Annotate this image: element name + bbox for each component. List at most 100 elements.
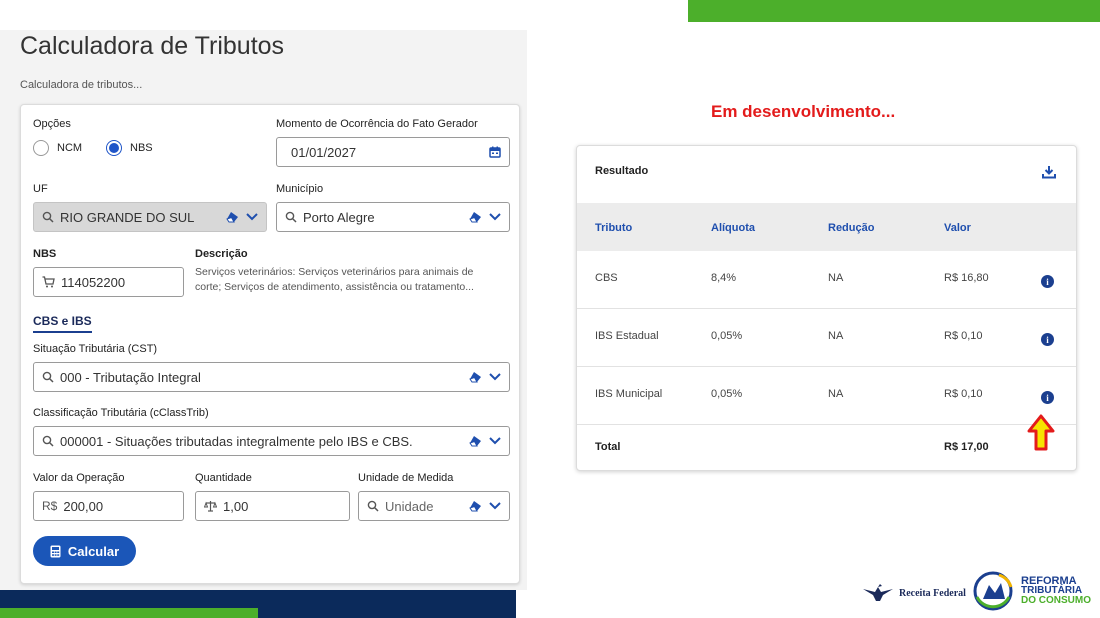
valor-operacao-label: Valor da Operação bbox=[33, 472, 125, 484]
total-value: R$ 17,00 bbox=[944, 441, 989, 453]
radio-nbs-label: NBS bbox=[130, 142, 153, 154]
cst-label: Situação Tributária (CST) bbox=[33, 343, 158, 355]
unidade-placeholder: Unidade bbox=[385, 498, 434, 514]
cclasstrib-select[interactable]: 000001 - Situações tributadas integralme… bbox=[33, 426, 510, 456]
row-valor: R$ 0,10 bbox=[944, 330, 983, 342]
unidade-label: Unidade de Medida bbox=[358, 472, 454, 484]
opcoes-label: Opções bbox=[33, 118, 71, 130]
header-tributo: Tributo bbox=[595, 222, 633, 234]
descricao-label: Descrição bbox=[195, 248, 248, 260]
receita-federal-text: Receita Federal bbox=[899, 587, 966, 599]
valor-operacao-input[interactable]: R$ 200,00 bbox=[33, 491, 184, 521]
unidade-select[interactable]: Unidade bbox=[358, 491, 510, 521]
reforma-line-3: DO CONSUMO bbox=[1021, 595, 1091, 606]
top-brand-bar bbox=[688, 0, 1100, 22]
radio-nbs-circle[interactable] bbox=[106, 140, 122, 156]
cst-controls bbox=[469, 371, 501, 383]
row-reducao: NA bbox=[828, 388, 844, 400]
row-reducao: NA bbox=[828, 272, 844, 284]
calcular-button[interactable]: Calcular bbox=[33, 536, 136, 566]
total-label: Total bbox=[595, 441, 621, 453]
eraser-icon[interactable] bbox=[226, 211, 240, 223]
momento-date-value: 01/01/2027 bbox=[291, 144, 357, 160]
row-tributo: IBS Municipal bbox=[595, 388, 663, 400]
uf-controls bbox=[226, 211, 258, 223]
chevron-down-icon[interactable] bbox=[489, 213, 501, 221]
result-table-header: Tributo Alíquota Redução Valor bbox=[577, 203, 1076, 251]
dev-note: Em desenvolvimento... bbox=[711, 102, 896, 121]
eraser-icon[interactable] bbox=[469, 500, 483, 512]
municipio-select[interactable]: Porto Alegre bbox=[276, 202, 510, 232]
radio-nbs[interactable]: NBS bbox=[106, 140, 153, 156]
header-reducao: Redução bbox=[828, 222, 875, 234]
search-icon bbox=[285, 211, 297, 223]
reforma-emblem-icon bbox=[973, 571, 1013, 611]
calendar-icon[interactable] bbox=[489, 146, 501, 158]
chevron-down-icon[interactable] bbox=[489, 373, 501, 381]
result-title: Resultado bbox=[595, 165, 649, 177]
momento-date-field[interactable]: 01/01/2027 bbox=[276, 137, 510, 167]
unidade-controls bbox=[469, 500, 501, 512]
descricao-line-2: corte; Serviços de atendimento, assistên… bbox=[195, 281, 474, 293]
header-aliquota: Alíquota bbox=[711, 222, 755, 234]
row-valor: R$ 0,10 bbox=[944, 388, 983, 400]
nbs-input[interactable]: 114052200 bbox=[33, 267, 184, 297]
row-tributo: IBS Estadual bbox=[595, 330, 659, 342]
receita-federal-logo: Receita Federal bbox=[862, 583, 966, 603]
eraser-icon[interactable] bbox=[469, 435, 483, 447]
currency-prefix: R$ bbox=[42, 499, 58, 513]
cart-icon bbox=[42, 276, 55, 288]
chevron-down-icon[interactable] bbox=[489, 437, 501, 445]
nbs-value: 114052200 bbox=[61, 274, 126, 290]
tab-cbs-ibs[interactable]: CBS e IBS bbox=[33, 314, 92, 333]
row-aliquota: 0,05% bbox=[711, 388, 743, 400]
search-icon bbox=[42, 435, 54, 447]
row-aliquota: 8,4% bbox=[711, 272, 737, 284]
cclasstrib-label: Classificação Tributária (cClassTrib) bbox=[33, 407, 209, 419]
result-table-total: Total R$ 17,00 bbox=[577, 423, 1076, 470]
info-icon[interactable]: i bbox=[1041, 391, 1054, 404]
info-icon[interactable]: i bbox=[1041, 275, 1054, 288]
highlight-arrow-icon bbox=[1027, 414, 1055, 451]
cclasstrib-controls bbox=[469, 435, 501, 447]
row-aliquota: 0,05% bbox=[711, 330, 743, 342]
radio-ncm[interactable]: NCM bbox=[33, 140, 82, 156]
search-icon bbox=[42, 371, 54, 383]
quantidade-label: Quantidade bbox=[195, 472, 252, 484]
quantidade-value: 1,00 bbox=[223, 498, 249, 514]
bottom-brand-accent bbox=[0, 608, 258, 618]
row-tributo: CBS bbox=[595, 272, 618, 284]
table-row: IBS Municipal 0,05% NA R$ 0,10 i bbox=[577, 367, 1076, 425]
eraser-icon[interactable] bbox=[469, 371, 483, 383]
chevron-down-icon[interactable] bbox=[246, 213, 258, 221]
page-title: Calculadora de Tributos bbox=[20, 32, 285, 60]
descricao-line-1: Serviços veterinários: Serviços veteriná… bbox=[195, 266, 474, 278]
page: Calculadora de Tributos Calculadora de t… bbox=[0, 0, 1100, 618]
uf-select[interactable]: RIO GRANDE DO SUL bbox=[33, 202, 267, 232]
radio-ncm-circle[interactable] bbox=[33, 140, 49, 156]
search-icon bbox=[367, 500, 379, 512]
download-icon[interactable] bbox=[1042, 165, 1056, 179]
eagle-icon bbox=[863, 584, 893, 601]
table-row: CBS 8,4% NA R$ 16,80 i bbox=[577, 251, 1076, 309]
municipio-label: Município bbox=[276, 183, 324, 195]
calcular-button-label: Calcular bbox=[67, 543, 120, 559]
uf-label: UF bbox=[33, 183, 48, 195]
municipio-value: Porto Alegre bbox=[303, 209, 375, 225]
nbs-label: NBS bbox=[33, 248, 57, 260]
radio-ncm-label: NCM bbox=[57, 142, 83, 154]
calculator-form: Opções NCM NBS Momento de Ocorrência do … bbox=[20, 104, 520, 584]
eraser-icon[interactable] bbox=[469, 211, 483, 223]
info-icon[interactable]: i bbox=[1041, 333, 1054, 346]
result-panel: Resultado Tributo Alíquota Redução Valor… bbox=[576, 145, 1077, 471]
chevron-down-icon[interactable] bbox=[489, 502, 501, 510]
search-icon bbox=[42, 211, 54, 223]
cclasstrib-value: 000001 - Situações tributadas integralme… bbox=[60, 433, 413, 449]
reforma-tributaria-logo: REFORMA TRIBUTÁRIA DO CONSUMO bbox=[971, 569, 1091, 613]
cst-select[interactable]: 000 - Tributação Integral bbox=[33, 362, 510, 392]
uf-value: RIO GRANDE DO SUL bbox=[60, 209, 195, 225]
row-valor: R$ 16,80 bbox=[944, 272, 989, 284]
cst-value: 000 - Tributação Integral bbox=[60, 369, 201, 385]
quantidade-input[interactable]: 1,00 bbox=[195, 491, 350, 521]
row-reducao: NA bbox=[828, 330, 844, 342]
